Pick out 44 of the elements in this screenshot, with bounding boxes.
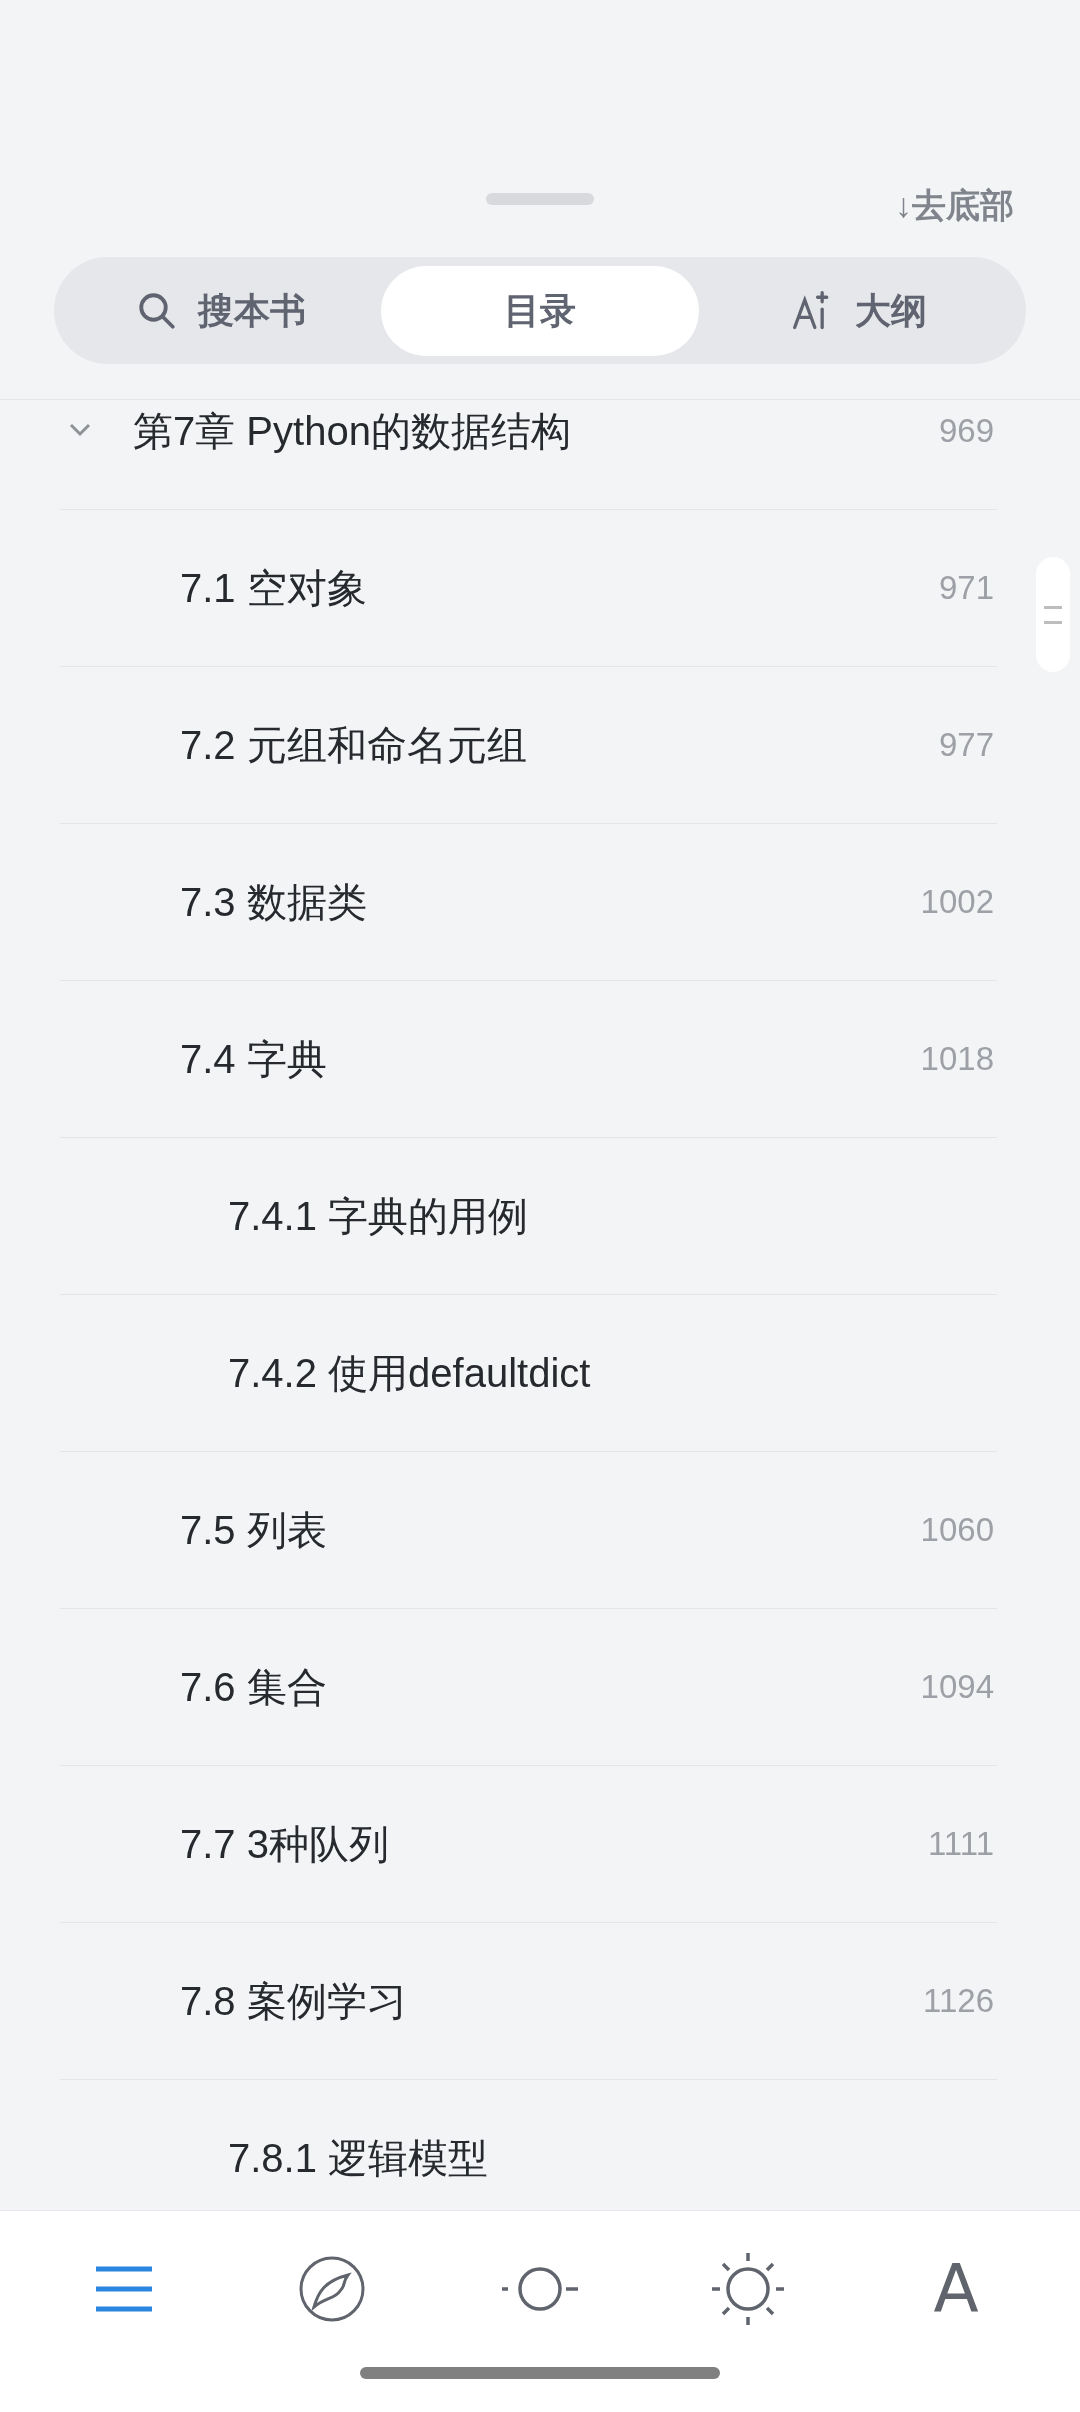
tab[interactable]: 搜本书 [62, 265, 381, 356]
toc-title: 7.3 数据类 [180, 879, 367, 926]
toc-title: 7.7 3种队列 [180, 1821, 389, 1868]
page-number: 1060 [920, 1510, 994, 1551]
page-number: 971 [938, 568, 994, 609]
tab[interactable]: 大纲 [699, 265, 1018, 356]
toc-item[interactable]: 7.3 数据类 1002 [60, 824, 997, 980]
toc-item[interactable]: 7.4 字典 1018 [60, 981, 997, 1137]
toc-item[interactable]: 7.7 3种队列 1111 [60, 1766, 997, 1922]
toc-title: 7.4 字典 [180, 1036, 327, 1083]
drag-handle[interactable] [486, 193, 594, 205]
brightness-low-icon[interactable] [502, 2265, 578, 2313]
toc-item[interactable]: 第7章 Python的数据结构 969 [60, 400, 997, 509]
toc-item[interactable]: 7.4.1 字典的用例 [60, 1138, 997, 1294]
toc-title: 7.8 案例学习 [180, 1978, 407, 2025]
page-number: 1111 [927, 1824, 994, 1865]
font-size-button[interactable]: A [933, 2256, 979, 2322]
toc-item[interactable]: 7.5 列表 1060 [60, 1452, 997, 1608]
page-number: 977 [938, 725, 994, 766]
toc-title: 7.4.1 字典的用例 [228, 1193, 529, 1240]
tab[interactable]: 目录 [380, 265, 700, 356]
toc-item[interactable]: 7.6 集合 1094 [60, 1609, 997, 1765]
chevron-down-icon[interactable] [69, 423, 91, 437]
toc-title: 7.5 列表 [180, 1507, 327, 1554]
menu-icon[interactable] [94, 2265, 154, 2313]
toc-item[interactable]: 7.4.2 使用defaultdict [60, 1295, 997, 1451]
page-number: 969 [938, 411, 994, 452]
toc-title: 7.6 集合 [180, 1664, 327, 1711]
page-number: 1094 [920, 1667, 994, 1708]
toc-title: 7.8.1 逻辑模型 [228, 2135, 489, 2182]
page-number: 1002 [920, 882, 994, 923]
toc-item[interactable]: 7.8 案例学习 1126 [60, 1923, 997, 2079]
toc-title: 第7章 Python的数据结构 [133, 408, 571, 455]
page-number: 1126 [923, 1981, 994, 2022]
scrollbar-thumb[interactable] [1036, 557, 1070, 672]
toc-item[interactable]: 7.2 元组和命名元组 977 [60, 667, 997, 823]
toc-title: 7.1 空对象 [180, 565, 367, 612]
toc-item[interactable]: 7.1 空对象 971 [60, 510, 997, 666]
toc-title: 7.2 元组和命名元组 [180, 722, 527, 769]
page-number: 1018 [920, 1039, 994, 1080]
sun-icon[interactable] [712, 2253, 784, 2325]
toc-item[interactable]: 7.8.1 逻辑模型 [60, 2080, 997, 2210]
compass-icon[interactable] [298, 2255, 366, 2323]
toc-title: 7.4.2 使用defaultdict [228, 1350, 591, 1397]
